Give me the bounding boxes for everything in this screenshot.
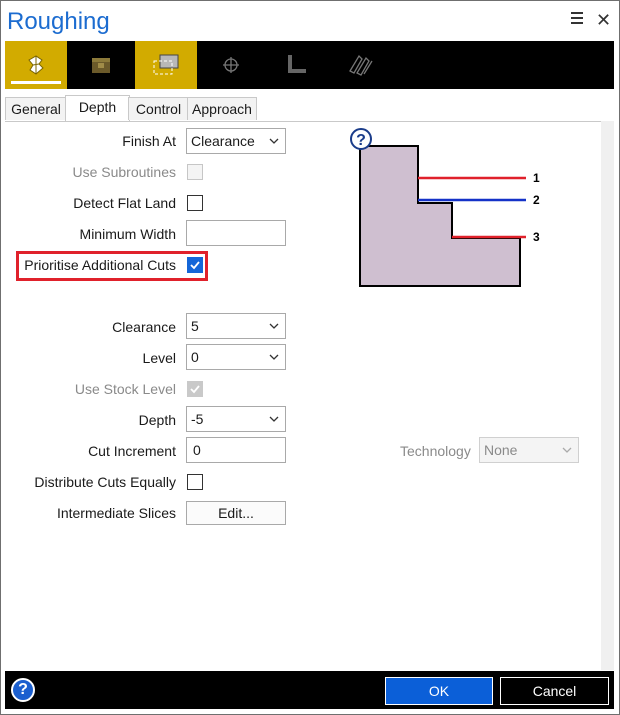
roughing-surface-icon[interactable]	[5, 41, 67, 89]
intermediate-slices-label: Intermediate Slices	[56, 505, 176, 521]
use-stock-level-checkbox[interactable]	[187, 381, 203, 397]
finish-at-label: Finish At	[122, 133, 176, 149]
marker-3: 3	[533, 230, 540, 244]
detect-flat-land-checkbox[interactable]	[187, 195, 203, 211]
help-button[interactable]: ?	[11, 678, 35, 702]
technology-dropdown[interactable]: None	[479, 437, 579, 463]
detect-flat-land-label: Detect Flat Land	[73, 195, 176, 211]
chevron-down-icon	[269, 354, 279, 360]
distribute-cuts-equally-label: Distribute Cuts Equally	[34, 474, 176, 490]
level-dropdown[interactable]: 0	[186, 344, 286, 370]
zigzag-pattern-icon[interactable]	[330, 41, 392, 89]
finish-at-dropdown[interactable]: Clearance	[186, 128, 286, 154]
prioritise-additional-cuts-label: Prioritise Additional Cuts	[24, 257, 176, 273]
svg-text:?: ?	[356, 132, 366, 149]
tab-depth[interactable]: Depth	[65, 95, 130, 122]
depth-label: Depth	[138, 412, 176, 428]
menu-icon[interactable]	[571, 12, 583, 26]
scrollbar[interactable]	[601, 121, 614, 670]
toolpath-toolbar	[5, 41, 614, 89]
footer-bar: ? OK Cancel	[5, 671, 614, 709]
marker-1: 1	[533, 171, 540, 185]
level-label: Level	[142, 350, 176, 366]
finish-at-value: Clearance	[191, 133, 255, 149]
boundary-select-icon[interactable]	[135, 41, 197, 89]
clearance-dropdown[interactable]: 5	[186, 313, 286, 339]
distribute-cuts-equally-checkbox[interactable]	[187, 474, 203, 490]
close-icon[interactable]: ✕	[596, 10, 611, 31]
chevron-down-icon	[562, 447, 572, 453]
chevron-down-icon	[269, 138, 279, 144]
cut-increment-label: Cut Increment	[88, 443, 176, 459]
technology-label: Technology	[400, 443, 471, 459]
corner-profile-icon[interactable]	[265, 41, 327, 89]
use-stock-level-label: Use Stock Level	[74, 381, 176, 397]
chevron-down-icon	[269, 323, 279, 329]
stock-block-icon[interactable]	[70, 41, 132, 89]
cut-increment-input[interactable]: 0	[186, 437, 286, 463]
help-icon[interactable]: ?	[350, 128, 372, 150]
clearance-label: Clearance	[112, 319, 176, 335]
chevron-down-icon	[269, 416, 279, 422]
tab-approach[interactable]: Approach	[187, 97, 257, 120]
depth-dropdown[interactable]: -5	[186, 406, 286, 432]
minimum-width-label: Minimum Width	[79, 226, 176, 242]
ok-button[interactable]: OK	[385, 677, 493, 705]
window-title: Roughing	[7, 8, 110, 35]
tab-general[interactable]: General	[5, 97, 67, 120]
prioritise-additional-cuts-checkbox[interactable]	[187, 257, 203, 273]
intermediate-slices-edit-button[interactable]: Edit...	[186, 501, 286, 525]
checkmark-icon	[190, 261, 200, 270]
marker-2: 2	[533, 193, 540, 207]
checkmark-icon	[190, 385, 200, 394]
use-subroutines-label: Use Subroutines	[72, 164, 176, 180]
crosshair-icon[interactable]	[200, 41, 262, 89]
minimum-width-input[interactable]	[186, 220, 286, 246]
cancel-button[interactable]: Cancel	[500, 677, 609, 705]
tab-control[interactable]: Control	[128, 97, 189, 120]
use-subroutines-checkbox[interactable]	[187, 164, 203, 180]
depth-diagram: 1 2 3 ?	[350, 128, 540, 287]
stock-profile	[359, 145, 521, 287]
